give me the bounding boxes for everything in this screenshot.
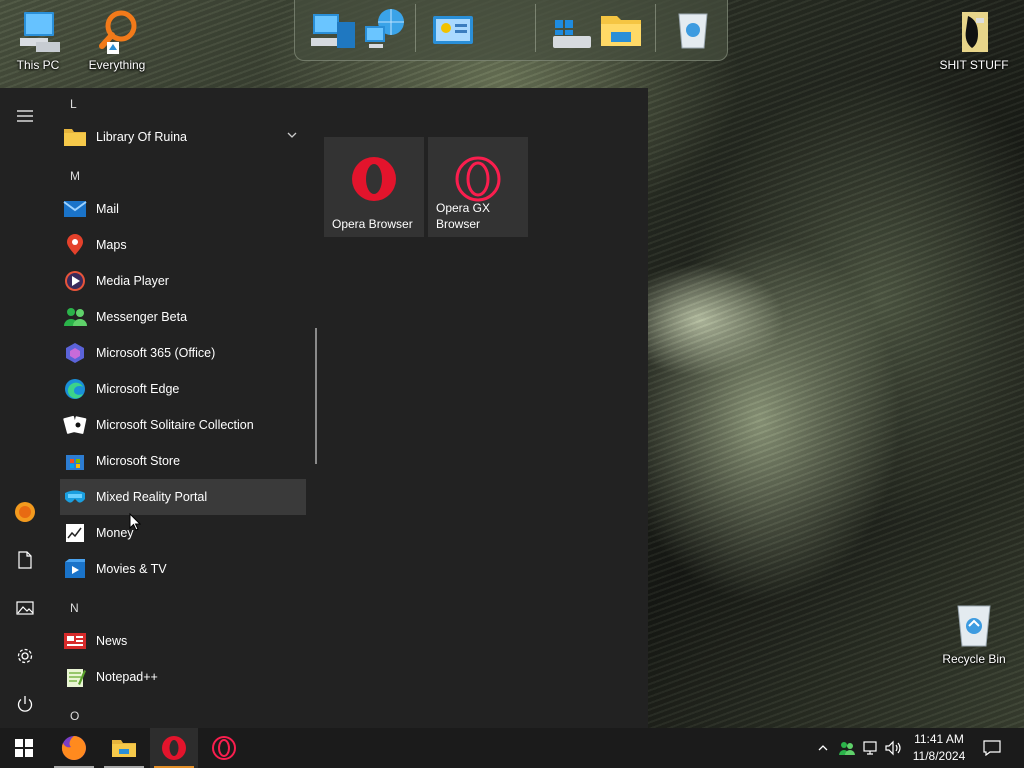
app-maps[interactable]: Maps <box>60 227 306 263</box>
tile-opera-gx-browser[interactable]: Opera GX Browser <box>428 137 528 237</box>
desktop-icon-everything[interactable]: Everything <box>79 8 155 72</box>
recycle-bin-icon <box>957 605 991 647</box>
taskbar-file-explorer[interactable] <box>100 728 148 768</box>
network-icon <box>863 741 877 755</box>
app-list: L Library Of Ruina M Mail Maps Media Pla… <box>50 88 318 728</box>
network-globe-icon[interactable] <box>361 6 409 57</box>
tray-clock[interactable]: 11:41 AM 11/8/2024 <box>898 731 980 765</box>
app-microsoft-store[interactable]: Microsoft Store <box>60 443 306 479</box>
app-news[interactable]: News <box>60 623 306 659</box>
app-movies-tv[interactable]: Movies & TV <box>60 551 306 587</box>
folder-icon <box>112 740 136 757</box>
notepadpp-icon <box>63 665 87 689</box>
app-media-player[interactable]: Media Player <box>60 263 306 299</box>
taskbar-firefox[interactable] <box>50 728 98 768</box>
app-list-scrollbar[interactable] <box>315 328 317 464</box>
tray-messenger[interactable] <box>836 728 858 768</box>
letter-header-n[interactable]: N <box>70 601 79 615</box>
media-player-icon <box>63 269 87 293</box>
file-explorer-folder-icon[interactable] <box>597 6 645 57</box>
separator <box>655 4 656 52</box>
chevron-down-icon[interactable] <box>286 129 298 141</box>
taskbar: 11:41 AM 11/8/2024 <box>0 728 1024 768</box>
settings-icon[interactable] <box>10 641 40 671</box>
money-chart-icon <box>63 521 87 545</box>
opera-icon <box>352 157 396 201</box>
letter-header-m[interactable]: M <box>70 169 80 183</box>
app-messenger-beta[interactable]: Messenger Beta <box>60 299 306 335</box>
desktop-icon-this-pc[interactable]: This PC <box>0 8 76 72</box>
start-menu: L Library Of Ruina M Mail Maps Media Pla… <box>0 88 648 728</box>
separator <box>535 4 536 52</box>
this-pc-icon <box>20 12 60 52</box>
mixed-reality-icon <box>63 485 87 509</box>
clock-date: 11/8/2024 <box>912 749 966 763</box>
everything-search-icon <box>99 10 137 54</box>
folder-custom-icon <box>962 12 988 52</box>
notification-center-icon <box>983 740 1001 756</box>
app-microsoft-solitaire[interactable]: Microsoft Solitaire Collection <box>60 407 306 443</box>
opera-icon <box>162 736 186 760</box>
show-hidden-icons-chevron[interactable] <box>814 728 832 768</box>
clock-time: 11:41 AM <box>914 732 964 746</box>
recycle-bin-icon[interactable] <box>669 6 717 57</box>
letter-header-o[interactable]: O <box>70 709 79 723</box>
tile-label: Opera GX Browser <box>436 201 491 231</box>
app-mixed-reality-portal[interactable]: Mixed Reality Portal <box>60 479 306 515</box>
app-mail[interactable]: Mail <box>60 191 306 227</box>
opera-gx-icon <box>212 736 236 760</box>
control-panel-icon[interactable] <box>429 6 477 57</box>
start-menu-rail <box>0 88 50 728</box>
hamburger-menu-icon[interactable] <box>10 101 40 131</box>
messenger-icon <box>63 305 87 329</box>
user-avatar-icon[interactable] <box>10 497 40 527</box>
cards-icon <box>63 413 87 437</box>
power-icon[interactable] <box>10 689 40 719</box>
desktop-icon-shit-stuff[interactable]: SHIT STUFF <box>936 8 1012 72</box>
tile-label: Opera Browser <box>332 217 413 231</box>
letter-header-l[interactable]: L <box>70 97 77 111</box>
tile-opera-browser[interactable]: Opera Browser <box>324 137 424 237</box>
movies-tv-icon <box>63 557 87 581</box>
folder-icon <box>63 125 87 149</box>
app-notepadpp[interactable]: Notepad++ <box>60 659 306 695</box>
mouse-cursor-icon <box>129 513 141 531</box>
separator <box>415 4 416 52</box>
app-microsoft-edge[interactable]: Microsoft Edge <box>60 371 306 407</box>
desktop-icon-recycle-bin[interactable]: Recycle Bin <box>936 602 1012 666</box>
app-microsoft-365[interactable]: Microsoft 365 (Office) <box>60 335 306 371</box>
taskbar-opera[interactable] <box>150 728 198 768</box>
opera-gx-icon <box>455 156 501 202</box>
notifications-button[interactable] <box>980 728 1004 768</box>
quick-launch-bar <box>294 0 728 61</box>
firefox-icon <box>61 736 86 760</box>
app-money[interactable]: Money <box>60 515 306 551</box>
pictures-icon[interactable] <box>10 593 40 623</box>
drive-windows-icon[interactable] <box>547 6 595 57</box>
documents-icon[interactable] <box>10 545 40 575</box>
mail-icon <box>63 197 87 221</box>
computer-icon[interactable] <box>309 6 357 57</box>
start-button[interactable] <box>0 728 48 768</box>
app-library-of-ruina[interactable]: Library Of Ruina <box>60 119 306 155</box>
tray-network[interactable] <box>860 728 882 768</box>
messenger-icon <box>839 742 855 755</box>
office-icon <box>63 341 87 365</box>
chevron-up-icon <box>818 745 828 751</box>
windows-logo-icon <box>15 739 33 757</box>
taskbar-opera-gx[interactable] <box>200 728 248 768</box>
edge-icon <box>63 377 87 401</box>
news-icon <box>63 629 87 653</box>
store-icon <box>63 449 87 473</box>
maps-pin-icon <box>63 233 87 257</box>
